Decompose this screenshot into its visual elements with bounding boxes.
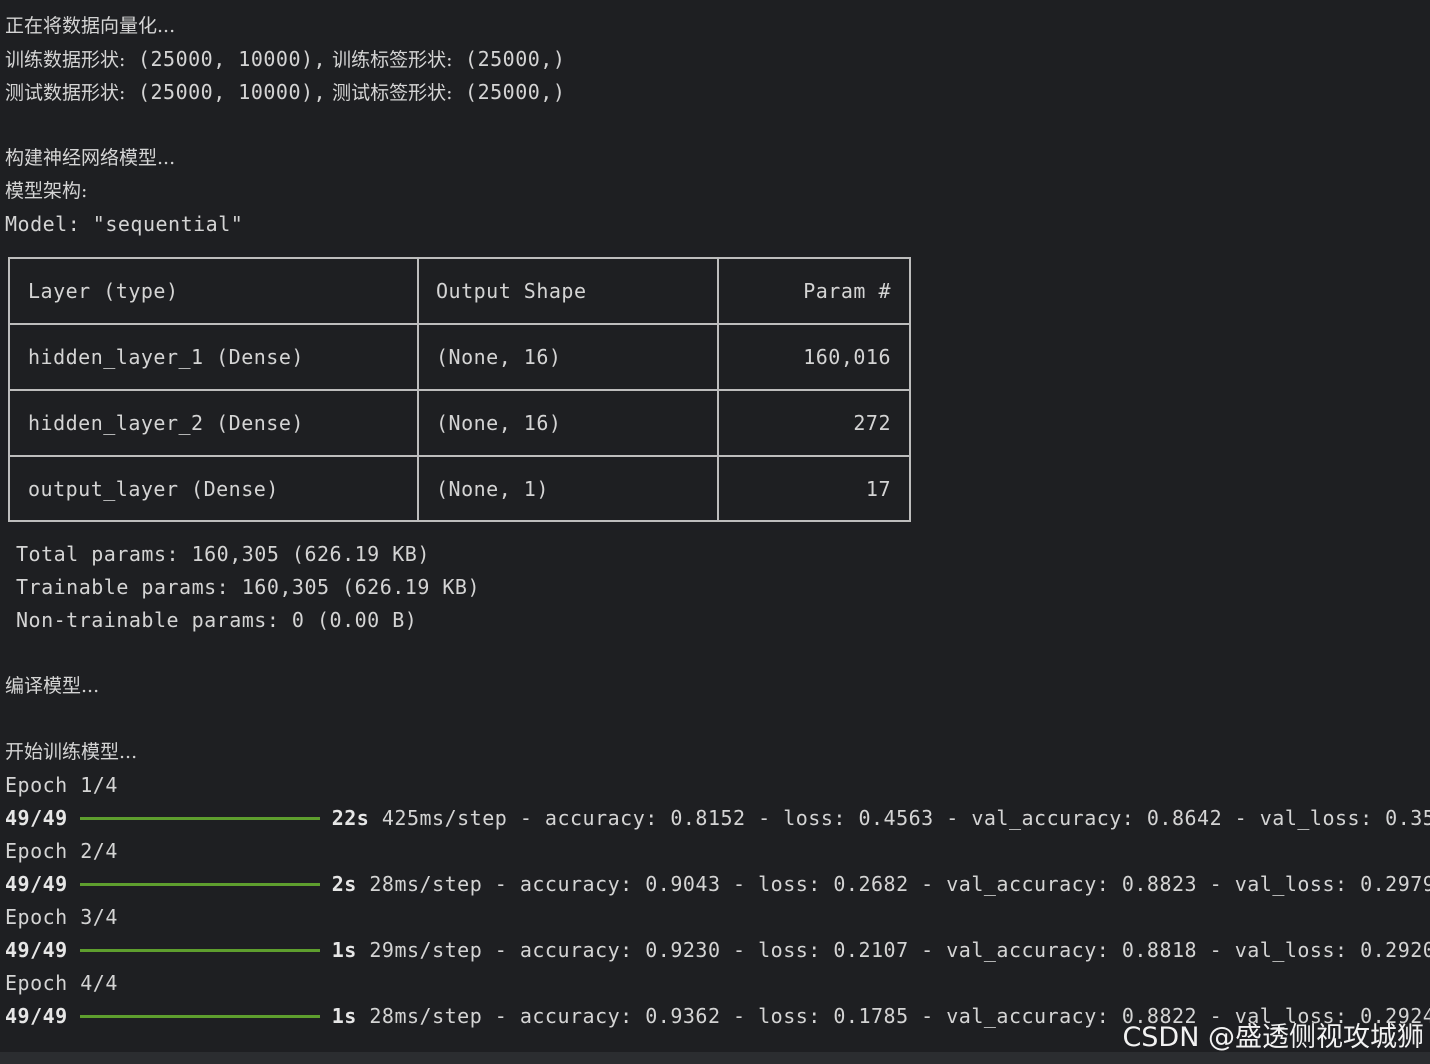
epoch-time: 2s (331, 872, 357, 896)
test-label-label: 测试标签形状: (326, 82, 453, 104)
arch-line: 模型架构: (5, 180, 88, 202)
header-param-count: Param # (803, 279, 891, 303)
epoch-time: 1s (331, 938, 357, 962)
model-summary-table: Layer (type) Output Shape Param # hidden… (8, 257, 911, 522)
epoch-metrics: 29ms/step - accuracy: 0.9230 - loss: 0.2… (369, 938, 1430, 962)
step-count: 49/49 (5, 1004, 68, 1028)
step-count: 49/49 (5, 806, 68, 830)
row-layer-name: hidden_layer_2 (Dense) (28, 411, 304, 435)
compiling-line: 编译模型... (5, 675, 100, 697)
model-name-line: Model: "sequential" (5, 212, 244, 236)
row-param-count: 17 (865, 477, 891, 501)
test-shape-label: 测试数据形状: (5, 82, 126, 104)
table-col-divider (417, 257, 419, 522)
row-output-shape: (None, 1) (436, 477, 549, 501)
train-shape-label: 训练数据形状: (5, 49, 126, 71)
progress-bar (79, 949, 320, 952)
non-trainable-params-line: Non-trainable params: 0 (0.00 B) (16, 608, 418, 632)
table-border-right (909, 257, 911, 522)
table-border-left (8, 257, 10, 522)
header-layer-type: Layer (type) (28, 279, 179, 303)
building-line: 构建神经网络模型... (5, 147, 176, 169)
test-label-value: (25000,) (452, 80, 566, 104)
epoch-progress-line: 49/49 1s 29ms/step - accuracy: 0.9230 - l… (5, 934, 1430, 967)
train-shape-line: 训练数据形状: (25000, 10000), 训练标签形状: (25000,) (5, 43, 565, 76)
epoch-time: 1s (331, 1004, 357, 1028)
test-shape-value: (25000, 10000), (125, 80, 327, 104)
row-output-shape: (None, 16) (436, 345, 562, 369)
epoch-label: Epoch 2/4 (5, 839, 118, 863)
training-line: 开始训练模型... (5, 741, 138, 763)
epoch-label: Epoch 3/4 (5, 905, 118, 929)
progress-bar (79, 883, 320, 886)
row-param-count: 160,016 (803, 345, 891, 369)
train-shape-value: (25000, 10000), (125, 47, 327, 71)
vectorizing-line: 正在将数据向量化... (5, 15, 176, 37)
row-layer-name: hidden_layer_1 (Dense) (28, 345, 304, 369)
trainable-params-line: Trainable params: 160,305 (626.19 KB) (16, 575, 481, 599)
train-label-value: (25000,) (452, 47, 566, 71)
watermark-text: CSDN @盛透侧视攻城狮 (1122, 1022, 1424, 1053)
epoch-time: 22s (331, 806, 370, 830)
row-layer-name: output_layer (Dense) (28, 477, 279, 501)
row-param-count: 272 (853, 411, 891, 435)
terminal-output[interactable]: 正在将数据向量化... 训练数据形状: (25000, 10000), 训练标签… (0, 0, 1430, 1064)
train-label-label: 训练标签形状: (326, 49, 453, 71)
epoch-metrics: 28ms/step - accuracy: 0.9043 - loss: 0.2… (369, 872, 1430, 896)
test-shape-line: 测试数据形状: (25000, 10000), 测试标签形状: (25000,) (5, 76, 565, 109)
total-params-line: Total params: 160,305 (626.19 KB) (16, 542, 430, 566)
epoch-progress-line: 49/49 2s 28ms/step - accuracy: 0.9043 - l… (5, 868, 1430, 901)
progress-bar (79, 817, 320, 820)
step-count: 49/49 (5, 872, 68, 896)
progress-bar (79, 1015, 320, 1018)
row-output-shape: (None, 16) (436, 411, 562, 435)
header-output-shape: Output Shape (436, 279, 587, 303)
epoch-progress-line: 49/49 22s 425ms/step - accuracy: 0.8152 -… (5, 802, 1430, 835)
epoch-metrics: 425ms/step - accuracy: 0.8152 - loss: 0.… (381, 806, 1430, 830)
epoch-label: Epoch 1/4 (5, 773, 118, 797)
epoch-label: Epoch 4/4 (5, 971, 118, 995)
step-count: 49/49 (5, 938, 68, 962)
